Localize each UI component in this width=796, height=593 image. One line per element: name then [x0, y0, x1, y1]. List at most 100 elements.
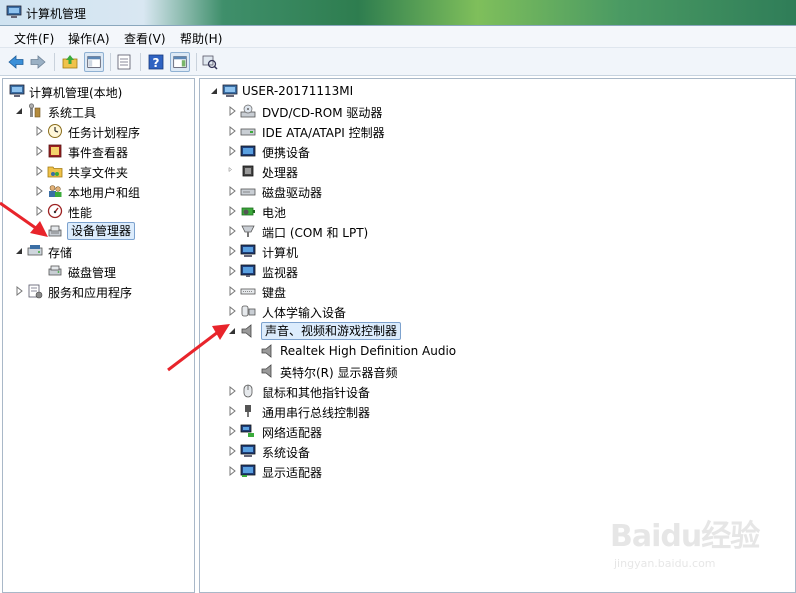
show-hide-console-tree-icon[interactable] — [84, 52, 104, 72]
collapsed-triangle-icon[interactable] — [228, 226, 236, 236]
collapsed-triangle-icon[interactable] — [228, 426, 236, 436]
collapsed-triangle-icon[interactable] — [228, 286, 236, 296]
tree-node-label: 设备管理器 — [67, 222, 136, 240]
device-category-mouse[interactable]: 鼠标和其他指针设备 — [224, 381, 624, 401]
network-adapter-icon — [240, 424, 254, 437]
event-viewer-icon — [48, 144, 62, 158]
help-icon[interactable]: ? — [146, 52, 166, 72]
tree-node-disk-management[interactable]: 磁盘管理 — [7, 261, 193, 281]
device-category-label: 便携设备 — [262, 146, 311, 160]
tree-node-device-manager[interactable]: 设备管理器 — [7, 221, 193, 241]
properties-icon[interactable] — [114, 52, 134, 72]
collapsed-triangle-icon[interactable] — [35, 186, 43, 196]
tools-icon — [28, 103, 41, 118]
device-category-label: 处理器 — [262, 166, 299, 180]
collapsed-triangle-icon[interactable] — [228, 406, 236, 416]
device-category-label: 系统设备 — [262, 446, 311, 460]
collapsed-triangle-icon[interactable] — [228, 466, 236, 476]
collapsed-triangle-icon[interactable] — [228, 166, 236, 176]
device-category-computer[interactable]: 计算机 — [224, 241, 624, 261]
speaker-icon — [241, 324, 252, 338]
device-item-intel-display-audio[interactable]: 英特尔(R) 显示器音频 — [258, 361, 658, 381]
device-category-disk[interactable]: 磁盘驱动器 — [224, 181, 624, 201]
baidu-watermark: Baidu经验 jingyan.baidu.com — [610, 505, 760, 575]
device-item-realtek-audio[interactable]: Realtek High Definition Audio — [258, 341, 658, 361]
tree-node-performance[interactable]: 性能 — [7, 201, 193, 221]
menu-view[interactable]: 查看(V) — [124, 30, 166, 47]
show-action-pane-icon[interactable] — [170, 52, 190, 72]
collapsed-triangle-icon[interactable] — [35, 146, 43, 156]
device-category-ide[interactable]: IDE ATA/ATAPI 控制器 — [224, 121, 624, 141]
device-category-hid[interactable]: 人体学输入设备 — [224, 301, 624, 321]
collapsed-triangle-icon[interactable] — [35, 166, 43, 176]
collapsed-triangle-icon[interactable] — [228, 266, 236, 276]
device-category-portable[interactable]: 便携设备 — [224, 141, 624, 161]
device-category-label: 端口 (COM 和 LPT) — [262, 226, 369, 240]
menu-help[interactable]: 帮助(H) — [180, 30, 222, 47]
usb-icon — [245, 405, 251, 417]
device-category-usb[interactable]: 通用串行总线控制器 — [224, 401, 624, 421]
device-category-battery[interactable]: 电池 — [224, 201, 624, 221]
computer-management-icon — [9, 84, 25, 97]
collapsed-triangle-icon[interactable] — [228, 446, 236, 456]
toolbar-separator — [196, 53, 197, 71]
tree-node-storage[interactable]: 存储 — [7, 241, 193, 261]
scan-hardware-changes-icon[interactable] — [200, 52, 220, 72]
device-category-display[interactable]: 显示适配器 — [224, 461, 624, 481]
shared-folder-icon — [47, 166, 63, 178]
device-category-sound[interactable]: 声音、视频和游戏控制器 — [224, 321, 624, 341]
console-tree-pane[interactable]: 计算机管理(本地) 系统工具 任务计划程序 事件查看器 共享文件夹 本地用户和组… — [2, 78, 195, 593]
collapsed-triangle-icon[interactable] — [228, 126, 236, 136]
back-arrow-icon[interactable] — [6, 52, 26, 72]
tree-node-local-users-groups[interactable]: 本地用户和组 — [7, 181, 193, 201]
device-category-monitor[interactable]: 监视器 — [224, 261, 624, 281]
device-item-label: 英特尔(R) 显示器音频 — [280, 366, 398, 380]
processor-icon — [242, 165, 254, 177]
menu-action[interactable]: 操作(A) — [68, 30, 110, 47]
device-category-ports[interactable]: 端口 (COM 和 LPT) — [224, 221, 624, 241]
tree-node-computer-management[interactable]: 计算机管理(本地) — [7, 81, 193, 101]
device-tree-root[interactable]: USER-20171113MI — [206, 81, 606, 101]
expanded-triangle-icon[interactable] — [210, 86, 218, 96]
device-category-label: 鼠标和其他指针设备 — [262, 386, 371, 400]
collapsed-triangle-icon[interactable] — [228, 206, 236, 216]
expanded-triangle-icon[interactable] — [15, 106, 23, 116]
collapsed-triangle-icon[interactable] — [228, 106, 236, 116]
device-category-label: 声音、视频和游戏控制器 — [261, 322, 402, 340]
tree-node-task-scheduler[interactable]: 任务计划程序 — [7, 121, 193, 141]
collapsed-triangle-icon[interactable] — [228, 146, 236, 156]
device-manager-icon — [48, 225, 62, 237]
device-category-system[interactable]: 系统设备 — [224, 441, 624, 461]
battery-icon — [241, 207, 255, 216]
collapsed-triangle-icon[interactable] — [228, 246, 236, 256]
disk-drive-icon — [240, 188, 256, 196]
tree-node-system-tools[interactable]: 系统工具 — [7, 101, 193, 121]
collapsed-triangle-icon[interactable] — [228, 306, 236, 316]
collapsed-triangle-icon[interactable] — [35, 126, 43, 136]
speaker-icon — [261, 364, 272, 378]
tree-node-shared-folders[interactable]: 共享文件夹 — [7, 161, 193, 181]
collapsed-triangle-icon[interactable] — [35, 206, 43, 216]
toolbar: ? — [0, 48, 796, 76]
clock-icon — [48, 124, 62, 138]
tree-node-services-apps[interactable]: 服务和应用程序 — [7, 281, 193, 301]
collapsed-triangle-icon[interactable] — [15, 286, 23, 296]
expanded-triangle-icon[interactable] — [15, 246, 23, 256]
up-folder-icon[interactable] — [60, 52, 80, 72]
collapsed-triangle-icon[interactable] — [228, 186, 236, 196]
computer-icon — [240, 244, 256, 257]
monitor-icon — [240, 264, 256, 277]
device-category-keyboard[interactable]: 键盘 — [224, 281, 624, 301]
collapsed-triangle-icon[interactable] — [228, 386, 236, 396]
expanded-triangle-icon[interactable] — [228, 326, 236, 336]
tree-node-event-viewer[interactable]: 事件查看器 — [7, 141, 193, 161]
tree-node-label: 存储 — [48, 246, 73, 260]
forward-arrow-icon[interactable] — [28, 52, 48, 72]
device-category-label: 电池 — [262, 206, 287, 220]
menu-file[interactable]: 文件(F) — [14, 30, 54, 47]
tree-node-label: 事件查看器 — [68, 146, 129, 160]
device-category-network[interactable]: 网络适配器 — [224, 421, 624, 441]
device-category-label: 监视器 — [262, 266, 299, 280]
device-category-processor[interactable]: 处理器 — [224, 161, 624, 181]
device-category-dvd[interactable]: DVD/CD-ROM 驱动器 — [224, 101, 624, 121]
